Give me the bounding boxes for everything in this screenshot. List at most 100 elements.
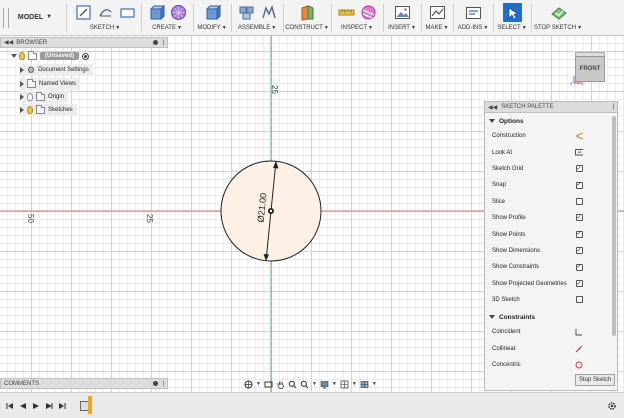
orbit-icon[interactable] bbox=[244, 380, 253, 389]
chevron-down-icon[interactable]: ▼ bbox=[352, 381, 357, 387]
panel-toggle-icon[interactable]: | bbox=[612, 104, 614, 110]
option-checkbox[interactable]: ✓ bbox=[575, 263, 583, 271]
zebra-analysis-icon[interactable] bbox=[359, 3, 378, 22]
option-row[interactable]: 3D Sketch bbox=[485, 292, 613, 308]
toolbar-group-assemble[interactable]: ASSEMBLE▼ bbox=[232, 0, 282, 36]
browser-panel-header[interactable]: ◀◀ BROWSER | bbox=[0, 37, 168, 48]
scripts-addins-icon[interactable] bbox=[464, 3, 483, 22]
expand-triangle-icon[interactable] bbox=[11, 54, 17, 58]
pan-hand-icon[interactable] bbox=[276, 380, 285, 389]
toolbar-group-create[interactable]: CREATE▼ bbox=[142, 0, 192, 36]
constraint-coincident[interactable]: Coincident bbox=[485, 324, 613, 340]
checkbox-unchecked[interactable] bbox=[575, 296, 583, 304]
view-cube[interactable]: FRONT z x bbox=[570, 50, 610, 86]
option-checkbox[interactable]: ✓ bbox=[575, 181, 583, 189]
play-icon[interactable] bbox=[32, 402, 40, 410]
collapse-panel-icon[interactable]: ◀◀ bbox=[4, 39, 13, 46]
pin-icon[interactable] bbox=[153, 40, 159, 45]
checkbox-checked[interactable]: ✓ bbox=[575, 165, 583, 173]
panel-toggle-icon[interactable]: | bbox=[162, 40, 164, 46]
palette-scrollbar[interactable] bbox=[612, 116, 616, 336]
toolbar-group-construct[interactable]: CONSTRUCT▼ bbox=[284, 0, 330, 36]
option-checkbox[interactable]: ✓ bbox=[575, 280, 583, 288]
chevron-down-icon[interactable]: ▼ bbox=[372, 381, 377, 387]
expand-triangle-icon[interactable] bbox=[20, 67, 24, 73]
option-row[interactable]: Show Dimensions ✓ bbox=[485, 243, 613, 259]
line-tool-icon[interactable] bbox=[96, 3, 115, 22]
constraint-collinear[interactable]: Collinear bbox=[485, 341, 613, 357]
expand-triangle-icon[interactable] bbox=[20, 94, 24, 100]
chevron-down-icon[interactable]: ▼ bbox=[332, 381, 337, 387]
grid-snaps-icon[interactable] bbox=[340, 380, 349, 389]
option-checkbox[interactable]: ✓ bbox=[575, 214, 583, 222]
stop-sketch-button[interactable]: Stop Sketch bbox=[575, 374, 616, 386]
coincident-icon[interactable] bbox=[575, 328, 583, 336]
expand-triangle-icon[interactable] bbox=[20, 81, 24, 87]
toolbar-group-add-ins[interactable]: ADD-INS▼ bbox=[454, 0, 492, 36]
collapse-panel-icon[interactable]: ◀◀ bbox=[488, 104, 497, 111]
toolbar-group-modify[interactable]: MODIFY▼ bbox=[194, 0, 230, 36]
checkbox-checked[interactable]: ✓ bbox=[575, 181, 583, 189]
insert-image-icon[interactable] bbox=[393, 3, 412, 22]
checkbox-checked[interactable]: ✓ bbox=[575, 280, 583, 288]
activate-radio-icon[interactable] bbox=[82, 52, 90, 60]
option-row[interactable]: Look At bbox=[485, 144, 613, 160]
display-settings-icon[interactable] bbox=[320, 380, 329, 389]
3d-print-icon[interactable] bbox=[428, 3, 447, 22]
look-at-icon[interactable] bbox=[264, 380, 273, 389]
rectangle-tool-icon[interactable] bbox=[118, 3, 137, 22]
form-icon[interactable] bbox=[169, 3, 188, 22]
toolbar-grip[interactable] bbox=[3, 8, 9, 28]
new-component-icon[interactable] bbox=[237, 3, 256, 22]
go-to-end-icon[interactable] bbox=[58, 402, 66, 410]
construction-icon[interactable] bbox=[575, 132, 583, 140]
option-row[interactable]: Show Projected Geometries ✓ bbox=[485, 276, 613, 292]
stop-sketch-icon[interactable] bbox=[549, 3, 568, 22]
select-arrow-icon[interactable] bbox=[502, 3, 522, 22]
chevron-down-icon[interactable]: ▼ bbox=[256, 381, 261, 387]
option-checkbox[interactable] bbox=[575, 198, 583, 206]
option-row[interactable]: Show Constraints ✓ bbox=[485, 259, 613, 275]
visibility-bulb-icon[interactable] bbox=[27, 106, 33, 114]
option-checkbox[interactable]: ✓ bbox=[575, 230, 583, 238]
measure-icon[interactable] bbox=[337, 3, 356, 22]
toolbar-group-make[interactable]: MAKE▼ bbox=[422, 0, 452, 36]
option-row[interactable]: Construction bbox=[485, 128, 613, 144]
joint-icon[interactable] bbox=[259, 3, 278, 22]
toolbar-group-sketch[interactable]: SKETCH▼ bbox=[70, 0, 140, 36]
collapse-triangle-icon[interactable] bbox=[489, 315, 495, 320]
option-checkbox[interactable]: ✓ bbox=[575, 165, 583, 173]
workspace-switcher[interactable]: MODEL ▼ bbox=[12, 8, 58, 26]
step-forward-icon[interactable] bbox=[45, 402, 53, 410]
step-back-icon[interactable] bbox=[19, 402, 27, 410]
tree-root-row[interactable]: (Unsaved) bbox=[11, 50, 93, 62]
offset-plane-icon[interactable] bbox=[298, 3, 317, 22]
go-to-start-icon[interactable] bbox=[6, 402, 14, 410]
section-options[interactable]: Options bbox=[485, 114, 613, 128]
press-pull-icon[interactable] bbox=[203, 3, 222, 22]
checkbox-checked[interactable]: ✓ bbox=[575, 214, 583, 222]
timeline-marker[interactable] bbox=[88, 396, 92, 414]
zoom-window-icon[interactable] bbox=[300, 380, 309, 389]
concentric-icon[interactable] bbox=[575, 361, 583, 369]
option-row[interactable]: Sketch Grid ✓ bbox=[485, 161, 613, 177]
tree-item-sketches[interactable]: Sketches bbox=[20, 104, 77, 116]
add-comment-icon[interactable] bbox=[153, 381, 159, 386]
option-row[interactable]: Show Points ✓ bbox=[485, 226, 613, 242]
viewports-icon[interactable] bbox=[360, 380, 369, 389]
toolbar-group-select[interactable]: SELECT▼ bbox=[494, 0, 530, 36]
option-row[interactable]: Slice bbox=[485, 194, 613, 210]
visibility-bulb-icon[interactable] bbox=[19, 52, 25, 60]
zoom-icon[interactable] bbox=[288, 380, 297, 389]
collapse-triangle-icon[interactable] bbox=[489, 119, 495, 123]
tree-item-origin[interactable]: Origin bbox=[20, 91, 69, 103]
chevron-down-icon[interactable]: ▼ bbox=[312, 381, 317, 387]
checkbox-checked[interactable]: ✓ bbox=[575, 247, 583, 255]
visibility-bulb-icon[interactable] bbox=[27, 93, 33, 101]
toolbar-group-insert[interactable]: INSERT▼ bbox=[384, 0, 420, 36]
tree-item-named-views[interactable]: Named Views bbox=[20, 78, 80, 90]
checkbox-checked[interactable]: ✓ bbox=[575, 230, 583, 238]
toolbar-group-inspect[interactable]: INSPECT▼ bbox=[332, 0, 382, 36]
toolbar-group-stop-sketch[interactable]: STOP SKETCH▼ bbox=[532, 0, 584, 36]
extrude-icon[interactable] bbox=[147, 3, 166, 22]
